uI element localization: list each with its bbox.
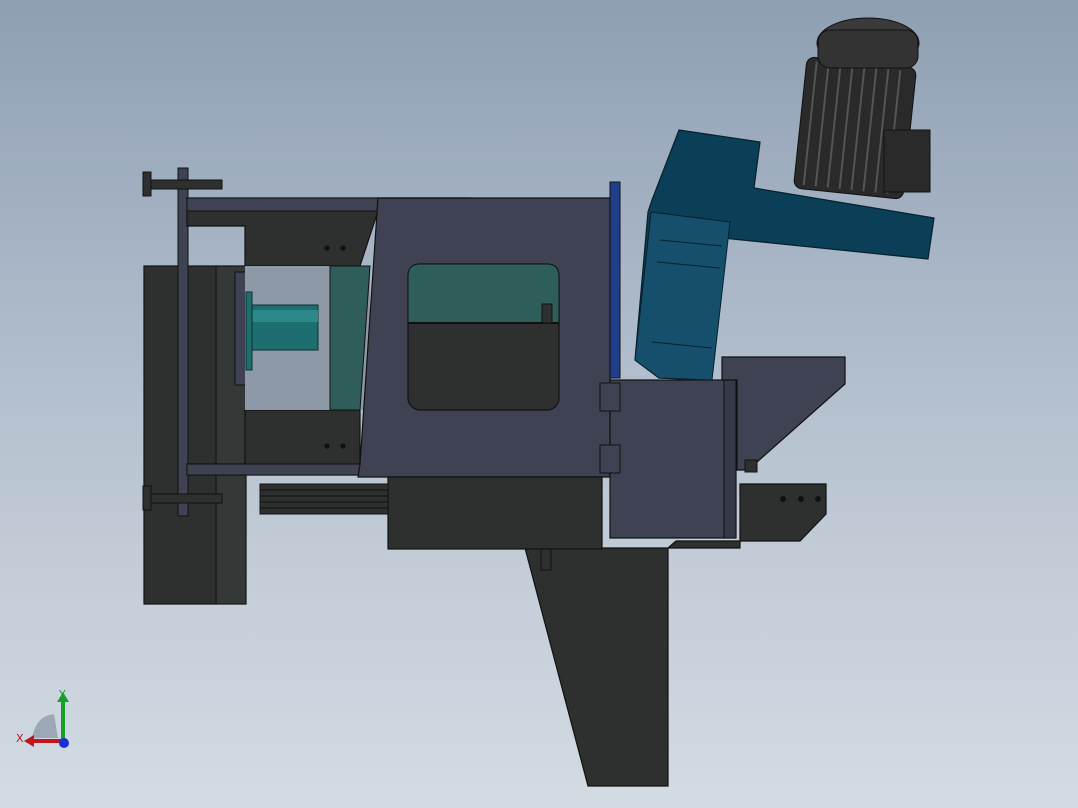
gear-box[interactable] [609, 379, 737, 539]
bottom-arm-hole-1 [324, 443, 330, 449]
upper-screw-knob[interactable] [142, 171, 152, 197]
x-axis-arrowhead [24, 735, 34, 747]
x-axis-label: X [16, 732, 24, 745]
spindle-highlight [251, 310, 318, 322]
graphics-viewport[interactable]: X Y [0, 0, 1078, 808]
leg-pin [540, 547, 552, 571]
front-window-glass [407, 263, 560, 324]
hinge-lower[interactable] [599, 444, 621, 474]
coordinate-triad: X Y [14, 686, 76, 752]
blue-edge-strip [609, 181, 621, 379]
chute[interactable] [721, 356, 846, 471]
machine-model[interactable] [0, 0, 1078, 808]
lower-screw[interactable] [149, 493, 223, 504]
gear-box-side [723, 379, 737, 539]
top-arm-hole-2 [340, 245, 346, 251]
hinge-upper[interactable] [599, 382, 621, 412]
upper-screw[interactable] [149, 179, 223, 190]
triad-background-wedge [32, 714, 58, 738]
bracket-face [634, 211, 731, 381]
leg-bolt-1 [780, 496, 786, 502]
chute-knob[interactable] [744, 459, 758, 473]
motor[interactable] [793, 17, 931, 200]
leg-bolt-3 [815, 496, 821, 502]
spindle-flange[interactable] [245, 291, 253, 371]
top-arm-hole-1 [324, 245, 330, 251]
bottom-arm-hole-2 [340, 443, 346, 449]
lower-block[interactable] [387, 476, 603, 550]
cooling-slots [259, 483, 389, 515]
lower-screw-knob[interactable] [142, 485, 152, 511]
z-axis-dot [59, 738, 69, 748]
y-axis-label: Y [59, 688, 66, 701]
leg-bolt-2 [798, 496, 804, 502]
window-latch[interactable] [541, 303, 553, 324]
